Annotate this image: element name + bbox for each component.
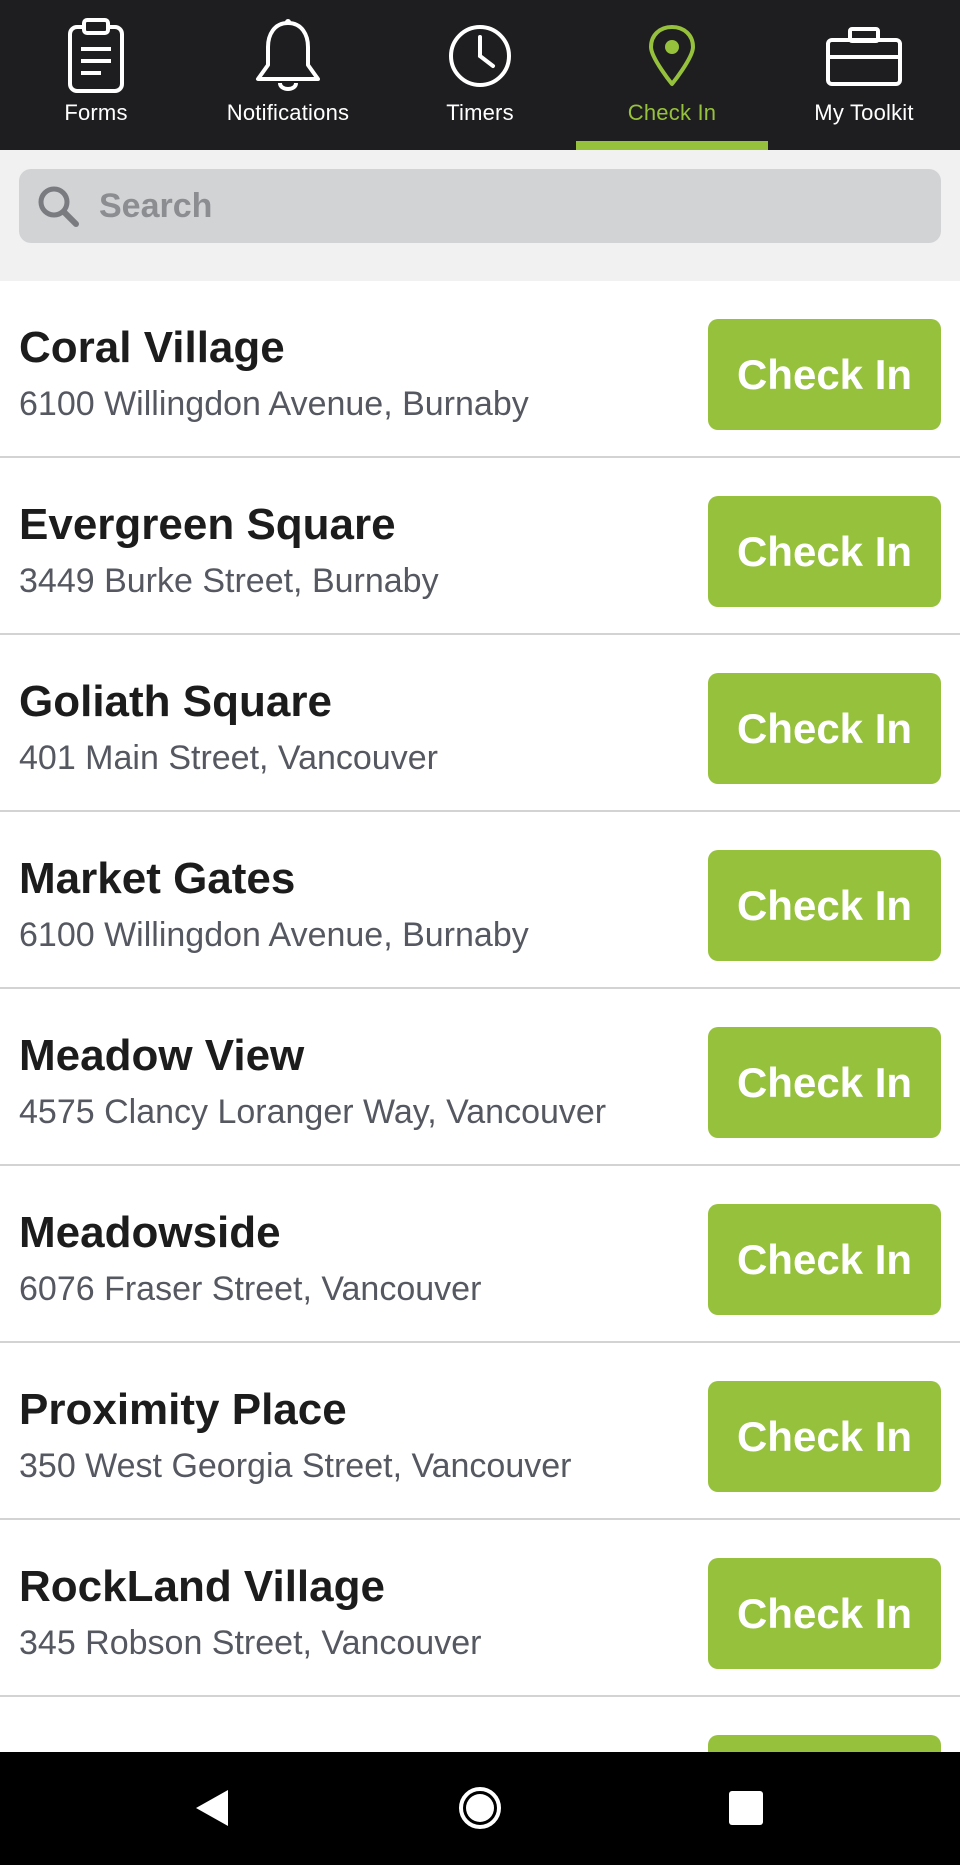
location-name: Meadow View bbox=[19, 1031, 305, 1080]
list-item: Coral Village 6100 Willingdon Avenue, Bu… bbox=[0, 281, 960, 458]
location-name: Proximity Place bbox=[19, 1385, 347, 1434]
search-bar[interactable] bbox=[19, 169, 941, 243]
bell-icon bbox=[248, 16, 328, 96]
location-name: Market Gates bbox=[19, 854, 296, 903]
location-address: 4575 Clancy Loranger Way, Vancouver bbox=[19, 1093, 607, 1131]
list-item: RockLand Village 345 Robson Street, Vanc… bbox=[0, 1520, 960, 1697]
list-item-partial bbox=[0, 1697, 960, 1752]
list-item: Meadowside 6076 Fraser Street, Vancouver… bbox=[0, 1166, 960, 1343]
location-list[interactable]: Coral Village 6100 Willingdon Avenue, Bu… bbox=[0, 281, 960, 1752]
list-item: Proximity Place 350 West Georgia Street,… bbox=[0, 1343, 960, 1520]
check-in-button[interactable] bbox=[708, 1735, 941, 1752]
recents-icon[interactable] bbox=[696, 1768, 796, 1848]
tab-notifications[interactable]: Notifications bbox=[192, 0, 384, 150]
check-in-button[interactable]: Check In bbox=[708, 1204, 941, 1315]
check-in-button[interactable]: Check In bbox=[708, 850, 941, 961]
check-in-button[interactable]: Check In bbox=[708, 1381, 941, 1492]
check-in-button[interactable]: Check In bbox=[708, 1558, 941, 1669]
home-icon[interactable] bbox=[430, 1768, 530, 1848]
location-name: Goliath Square bbox=[19, 677, 332, 726]
tab-check-in[interactable]: Check In bbox=[576, 0, 768, 150]
location-name: RockLand Village bbox=[19, 1562, 385, 1611]
search-area bbox=[0, 150, 960, 281]
list-item: Market Gates 6100 Willingdon Avenue, Bur… bbox=[0, 812, 960, 989]
check-in-button[interactable]: Check In bbox=[708, 1027, 941, 1138]
tab-notifications-label: Notifications bbox=[226, 100, 350, 125]
location-address: 6076 Fraser Street, Vancouver bbox=[19, 1270, 482, 1308]
map-pin-icon bbox=[632, 16, 712, 96]
search-icon bbox=[33, 181, 83, 231]
tab-check-in-label: Check In bbox=[627, 100, 717, 125]
toolbox-icon bbox=[824, 16, 904, 96]
location-address: 6100 Willingdon Avenue, Burnaby bbox=[19, 385, 529, 423]
tab-timers[interactable]: Timers bbox=[384, 0, 576, 150]
list-item: Evergreen Square 3449 Burke Street, Burn… bbox=[0, 458, 960, 635]
tab-my-toolkit[interactable]: My Toolkit bbox=[768, 0, 960, 150]
check-in-button[interactable]: Check In bbox=[708, 496, 941, 607]
location-name: Evergreen Square bbox=[19, 500, 396, 549]
system-nav-bar bbox=[0, 1752, 960, 1865]
tab-forms[interactable]: Forms bbox=[0, 0, 192, 150]
location-name: Coral Village bbox=[19, 323, 285, 372]
tab-my-toolkit-label: My Toolkit bbox=[814, 100, 914, 125]
back-icon[interactable] bbox=[162, 1768, 262, 1848]
location-address: 350 West Georgia Street, Vancouver bbox=[19, 1447, 572, 1485]
search-input[interactable] bbox=[97, 185, 901, 227]
list-item: Meadow View 4575 Clancy Loranger Way, Va… bbox=[0, 989, 960, 1166]
check-in-button[interactable]: Check In bbox=[708, 319, 941, 430]
location-address: 3449 Burke Street, Burnaby bbox=[19, 562, 439, 600]
location-address: 345 Robson Street, Vancouver bbox=[19, 1624, 482, 1662]
clipboard-icon bbox=[56, 16, 136, 96]
clock-icon bbox=[440, 16, 520, 96]
tab-timers-label: Timers bbox=[446, 100, 514, 125]
list-item: Goliath Square 401 Main Street, Vancouve… bbox=[0, 635, 960, 812]
location-address: 401 Main Street, Vancouver bbox=[19, 739, 438, 777]
top-nav-bar: Forms Notifications Timers Check In My T… bbox=[0, 0, 960, 150]
location-name: Meadowside bbox=[19, 1208, 281, 1257]
tab-forms-label: Forms bbox=[64, 100, 128, 125]
location-address: 6100 Willingdon Avenue, Burnaby bbox=[19, 916, 529, 954]
check-in-button[interactable]: Check In bbox=[708, 673, 941, 784]
